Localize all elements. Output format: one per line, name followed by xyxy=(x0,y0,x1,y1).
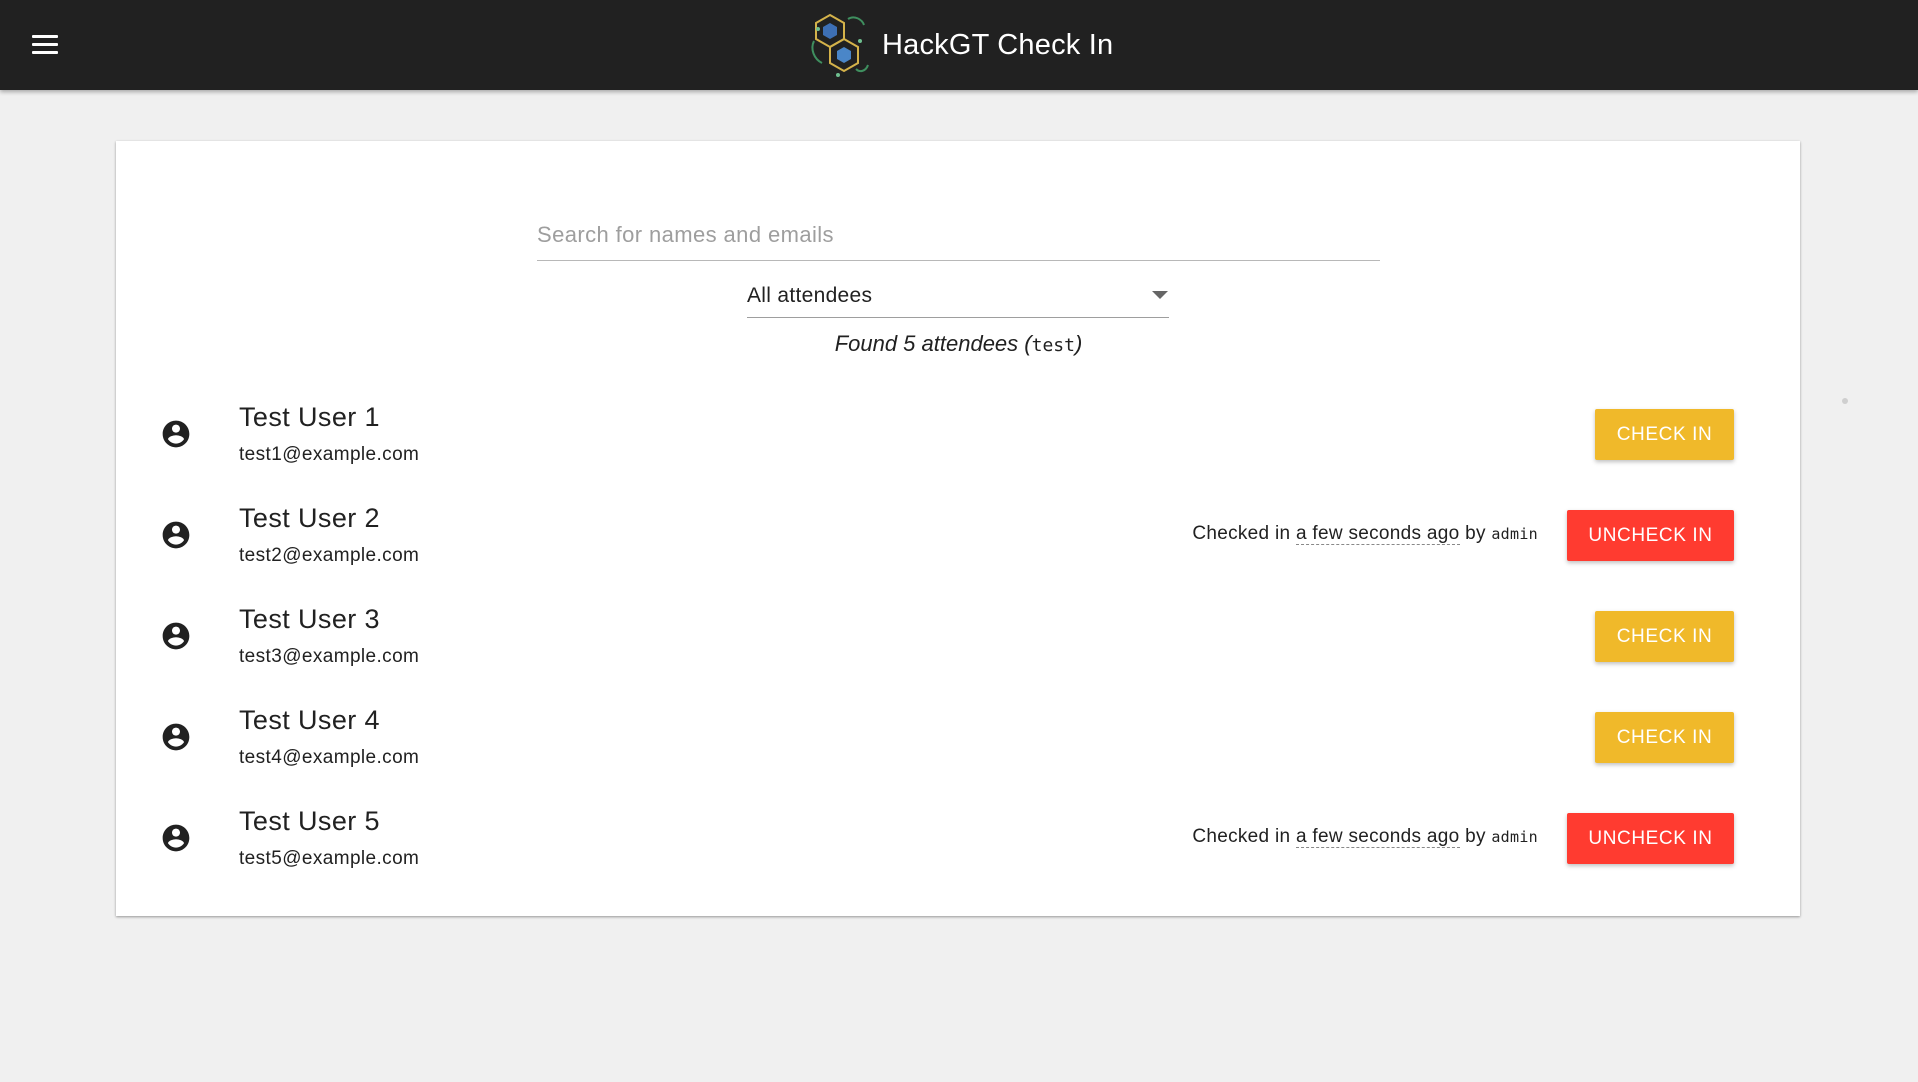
check-in-button[interactable]: Check in xyxy=(1595,712,1734,763)
brand: HackGT Check In xyxy=(808,10,1113,80)
attendee-card: All attendees Found 5 attendees (test) T… xyxy=(116,141,1800,916)
results-count-text: Found 5 attendees ( xyxy=(834,331,1032,356)
scroll-indicator xyxy=(1842,398,1848,404)
search-field xyxy=(537,211,1380,261)
attendee-row: Test User 1 test1@example.com Check in xyxy=(116,384,1800,485)
attendee-email: test2@example.com xyxy=(239,545,420,566)
filter-selected-value: All attendees xyxy=(747,284,873,307)
checkin-by-user: admin xyxy=(1491,525,1538,543)
search-input[interactable] xyxy=(537,211,1380,259)
attendee-row: Test User 2 test2@example.com Checked in a… xyxy=(116,485,1800,586)
hackgt-hexagon-logo-icon xyxy=(811,13,869,77)
attendee-email: test1@example.com xyxy=(239,444,420,465)
status-by: by xyxy=(1459,523,1492,544)
checkin-time[interactable]: a few seconds ago xyxy=(1295,523,1460,545)
checkin-by-user: admin xyxy=(1491,828,1538,846)
results-suffix: ) xyxy=(1074,331,1083,356)
account-circle-icon xyxy=(160,721,192,753)
account-circle-icon xyxy=(160,519,192,551)
attendee-name: Test User 5 xyxy=(239,806,380,836)
account-circle-icon xyxy=(160,418,192,450)
attendee-name: Test User 4 xyxy=(239,705,380,735)
results-query: test xyxy=(1031,335,1075,356)
status-by: by xyxy=(1459,826,1492,847)
status-prefix: Checked in xyxy=(1192,523,1296,544)
checkin-status: Checked in a few seconds ago by admin xyxy=(1192,826,1538,848)
hamburger-menu-icon[interactable] xyxy=(28,31,62,59)
attendee-row: Test User 4 test4@example.com Check in xyxy=(116,687,1800,788)
results-summary: Found 5 attendees (test) xyxy=(537,331,1380,357)
check-in-button[interactable]: Check in xyxy=(1595,611,1734,662)
check-in-button[interactable]: Check in xyxy=(1595,409,1734,460)
account-circle-icon xyxy=(160,620,192,652)
checkin-time[interactable]: a few seconds ago xyxy=(1295,826,1460,848)
attendee-name: Test User 2 xyxy=(239,503,380,533)
uncheck-in-button[interactable]: Uncheck in xyxy=(1567,510,1734,561)
attendee-email: test3@example.com xyxy=(239,646,420,667)
attendee-name: Test User 1 xyxy=(239,402,380,432)
dropdown-arrow-icon xyxy=(1152,291,1168,299)
attendee-row: Test User 5 test5@example.com Checked in a… xyxy=(116,788,1800,889)
account-circle-icon xyxy=(160,822,192,854)
attendee-email: test5@example.com xyxy=(239,848,420,869)
attendee-row: Test User 3 test3@example.com Check in xyxy=(116,586,1800,687)
app-title: HackGT Check In xyxy=(882,28,1114,61)
attendee-name: Test User 3 xyxy=(239,604,380,634)
uncheck-in-button[interactable]: Uncheck in xyxy=(1567,813,1734,864)
checkin-status: Checked in a few seconds ago by admin xyxy=(1192,523,1538,545)
app-bar: HackGT Check In xyxy=(0,0,1918,90)
attendee-email: test4@example.com xyxy=(239,747,420,768)
status-prefix: Checked in xyxy=(1192,826,1296,847)
attendee-filter-select[interactable]: All attendees xyxy=(747,272,1169,318)
